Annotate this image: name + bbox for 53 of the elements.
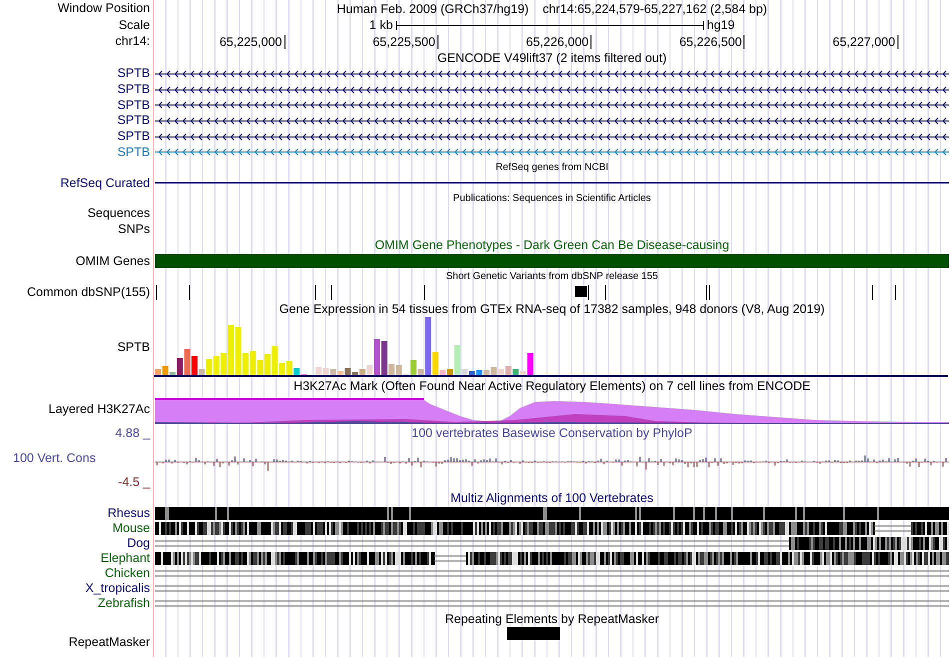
gene-drawing[interactable] <box>155 84 949 96</box>
track-label[interactable]: Chicken <box>104 566 150 582</box>
gene-drawing[interactable] <box>155 68 949 80</box>
position-range: chr14:65,224,579-65,227,162 (2,584 bp) <box>542 2 768 16</box>
track-label[interactable]: SPTB <box>117 144 150 160</box>
track-label[interactable]: RepeatMasker <box>68 634 150 650</box>
track-label[interactable]: X_tropicalis <box>85 581 150 596</box>
track-title: Publications: Sequences in Scientific Articles <box>453 193 651 204</box>
track-label[interactable]: Dog <box>127 536 150 552</box>
track-label[interactable]: SPTB <box>117 82 150 98</box>
gene-drawing[interactable] <box>155 114 949 127</box>
ruler-tick: 65,226,000 <box>526 35 592 49</box>
track-label[interactable]: SPTB <box>117 66 150 82</box>
track-title: Gene Expression in 54 tissues from GTEx RNA-seq of 17382 samples, 948 donors (V8, Aug 2019) <box>279 302 825 316</box>
axis-max-label: 4.88 _ <box>115 426 150 440</box>
track-label[interactable]: Common dbSNP(155) <box>27 285 150 300</box>
track-label[interactable]: Mouse <box>112 521 150 536</box>
track-title: RefSeq genes from NCBI <box>496 162 608 174</box>
track-label[interactable]: OMIM Genes <box>76 254 150 269</box>
track-label[interactable]: chr14: <box>115 34 150 49</box>
track-title: 100 vertebrates Basewise Conservation by PhyloP <box>412 426 692 440</box>
track-label[interactable]: SPTB <box>117 113 150 128</box>
scale-text: 1 kb <box>369 18 393 32</box>
track-label[interactable]: SPTB <box>117 129 150 144</box>
track-label[interactable]: SPTB <box>117 98 150 113</box>
track-label[interactable]: Sequences <box>87 206 150 222</box>
omim-bar[interactable] <box>155 254 949 268</box>
track-label[interactable]: SNPs <box>118 222 150 237</box>
track-title: Multiz Alignments of 100 Vertebrates <box>450 491 654 506</box>
track-title: GENCODE V49lift37 (2 items filtered out) <box>437 51 667 65</box>
ruler-tick: 65,225,500 <box>372 35 438 49</box>
ruler-tick: 65,225,000 <box>219 35 285 49</box>
assembly-text: hg19 <box>706 18 735 32</box>
repeat-block[interactable] <box>507 627 560 640</box>
gene-line[interactable] <box>155 182 949 184</box>
track-label[interactable]: Zebrafish <box>98 596 150 612</box>
track-label[interactable]: Rhesus <box>108 506 150 522</box>
track-title: H3K27Ac Mark (Often Found Near Active Regulatory Elements) on 7 cell lines from ENCODE <box>294 379 810 394</box>
ruler-tick: 65,226,500 <box>679 35 745 49</box>
track-label[interactable]: Elephant <box>100 551 150 566</box>
track-title: Short Genetic Variants from dbSNP release 155 <box>446 271 658 282</box>
track-label[interactable]: Scale <box>118 18 150 32</box>
track-label[interactable]: RefSeq Curated <box>60 176 150 191</box>
track-label[interactable]: Layered H3K27Ac <box>48 402 150 417</box>
track-title: OMIM Gene Phenotypes - Dark Green Can Be Disease-causing <box>374 238 730 252</box>
track-label[interactable]: Window Position <box>58 1 150 16</box>
gene-drawing[interactable] <box>155 130 949 143</box>
track-title: Repeating Elements by RepeatMasker <box>444 612 659 626</box>
axis-min-label: -4.5 _ <box>118 475 150 490</box>
position-title: Human Feb. 2009 (GRCh37/hg19) chr14:65,224,579-65,227,162 (2,584 bp) <box>336 2 768 16</box>
ruler-tick: 65,227,000 <box>832 35 898 49</box>
track-label[interactable]: SPTB <box>117 340 150 356</box>
track-label[interactable]: 100 Vert. Cons <box>13 450 96 465</box>
